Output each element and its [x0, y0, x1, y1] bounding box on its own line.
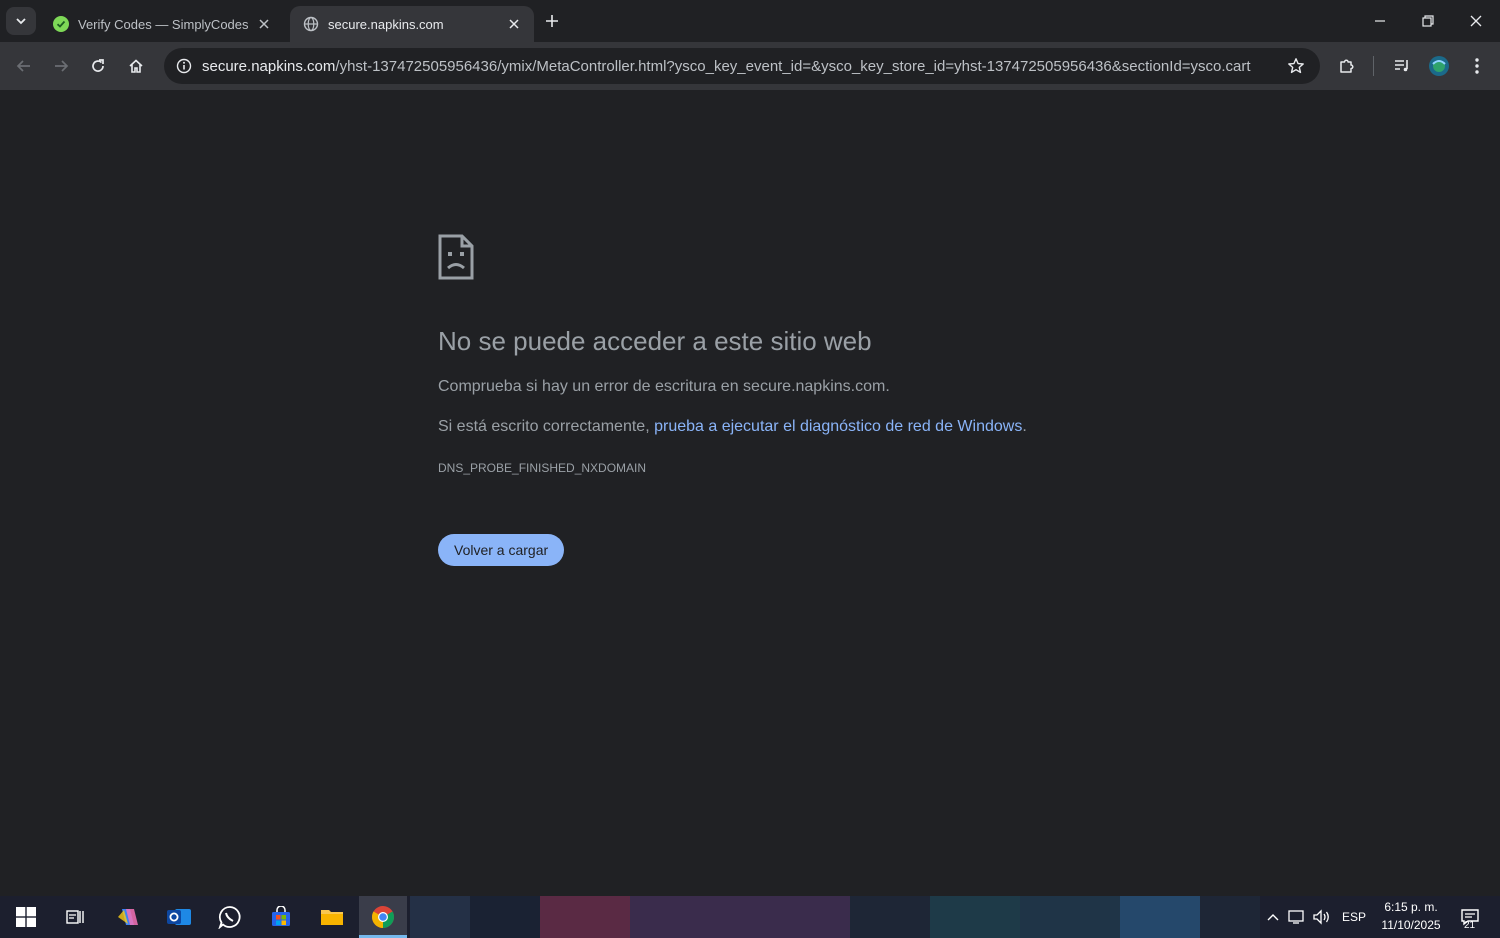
- chevron-up-icon: [1267, 914, 1279, 921]
- plus-icon: [546, 15, 558, 27]
- diagnostics-prefix: Si está escrito correctamente,: [438, 418, 655, 435]
- taskbar-clock[interactable]: 6:15 p. m. 11/10/2025: [1378, 898, 1444, 934]
- windows-logo-icon: [16, 907, 36, 927]
- error-code: DNS_PROBE_FINISHED_NXDOMAIN: [438, 461, 647, 475]
- url-path: /yhst-137472505956436/ymix/MetaControlle…: [335, 57, 1251, 75]
- chrome-button[interactable]: [359, 896, 407, 938]
- copilot-icon: [118, 909, 138, 925]
- tab-search-button[interactable]: [6, 7, 36, 35]
- show-hidden-icons-button[interactable]: [1262, 896, 1284, 938]
- browser-menu-button[interactable]: [1463, 52, 1491, 80]
- url-text: secure.napkins.com/yhst-137472505956436/…: [202, 58, 1251, 75]
- minimize-icon: [1375, 20, 1385, 22]
- url-host: secure.napkins.com: [202, 57, 336, 75]
- blurred-region: [630, 896, 850, 938]
- blurred-region: [410, 896, 470, 938]
- blurred-region: [1200, 896, 1260, 938]
- page-content: No se puede acceder a este sitio web Com…: [0, 90, 1500, 896]
- avatar-icon: [1429, 56, 1449, 76]
- chevron-down-icon: [16, 18, 26, 25]
- windows-taskbar: ESP 6:15 p. m. 11/10/2025 21: [0, 896, 1500, 938]
- clock-time: 6:15 p. m.: [1384, 900, 1438, 914]
- browser-toolbar: secure.napkins.com/yhst-137472505956436/…: [0, 42, 1500, 90]
- tab-title: secure.napkins.com: [328, 16, 444, 32]
- blurred-region: [930, 896, 1020, 938]
- whatsapp-icon: [218, 906, 241, 929]
- toolbar-separator: [1373, 56, 1374, 76]
- task-view-icon: [66, 910, 84, 924]
- bookmark-star-icon[interactable]: [1286, 56, 1306, 76]
- clock-date: 11/10/2025: [1381, 918, 1441, 932]
- home-button[interactable]: [122, 52, 150, 80]
- site-info-icon[interactable]: [166, 48, 202, 84]
- microsoft-store-button[interactable]: [257, 896, 305, 938]
- network-icon: [1288, 910, 1304, 924]
- screen: Verify Codes — SimplyCodes secure.napkin…: [0, 0, 1500, 938]
- network-diagnostics-link[interactable]: prueba a ejecutar el diagnóstico de red …: [654, 418, 1022, 435]
- restore-icon: [1422, 15, 1434, 27]
- store-icon: [272, 906, 290, 926]
- notification-count-badge: 21: [1464, 920, 1476, 931]
- folder-icon: [321, 910, 343, 925]
- forward-button[interactable]: [47, 52, 75, 80]
- globe-icon: [302, 15, 320, 33]
- input-language-indicator[interactable]: ESP: [1338, 896, 1370, 938]
- simplycodes-favicon-icon: [52, 15, 70, 33]
- music-queue-icon: [1395, 60, 1408, 72]
- address-bar[interactable]: secure.napkins.com/yhst-137472505956436/…: [164, 48, 1320, 84]
- start-button[interactable]: [2, 896, 50, 938]
- arrow-left-icon: [16, 60, 30, 72]
- blurred-region: [850, 896, 930, 938]
- notification-center-button[interactable]: [1452, 896, 1488, 938]
- sad-page-icon: [438, 234, 474, 280]
- error-suggestion-typo: Comprueba si hay un error de escritura e…: [438, 378, 890, 395]
- outlook-button[interactable]: [155, 896, 203, 938]
- blurred-region: [470, 896, 540, 938]
- close-tab-icon[interactable]: [504, 14, 524, 34]
- more-vertical-icon: [1475, 58, 1479, 74]
- error-title: No se puede acceder a este sitio web: [438, 326, 872, 356]
- tab-strip: Verify Codes — SimplyCodes secure.napkin…: [0, 0, 1500, 42]
- minimize-button[interactable]: [1356, 0, 1404, 42]
- outlook-icon: [167, 909, 191, 925]
- puzzle-icon: [1340, 59, 1354, 73]
- chrome-icon: [372, 906, 394, 928]
- copilot-button[interactable]: [104, 896, 152, 938]
- extensions-button[interactable]: [1333, 52, 1361, 80]
- network-tray-button[interactable]: [1286, 896, 1308, 938]
- restore-button[interactable]: [1404, 0, 1452, 42]
- file-explorer-button[interactable]: [308, 896, 356, 938]
- close-tab-icon[interactable]: [254, 14, 274, 34]
- blurred-region: [1020, 896, 1120, 938]
- reload-page-button[interactable]: Volver a cargar: [438, 534, 565, 566]
- arrow-right-icon: [55, 60, 69, 72]
- diagnostics-suffix: .: [1022, 418, 1027, 435]
- volume-tray-button[interactable]: [1310, 896, 1334, 938]
- whatsapp-button[interactable]: [206, 896, 254, 938]
- profile-avatar[interactable]: [1425, 52, 1453, 80]
- speaker-icon: [1313, 909, 1329, 925]
- close-window-button[interactable]: [1452, 0, 1500, 42]
- media-controls-button[interactable]: [1388, 52, 1416, 80]
- reload-icon: [92, 59, 104, 72]
- reload-button[interactable]: [84, 52, 112, 80]
- home-icon: [129, 59, 143, 73]
- tab-title: Verify Codes — SimplyCodes: [78, 16, 249, 32]
- tab-simplycodes[interactable]: Verify Codes — SimplyCodes: [40, 6, 284, 42]
- new-tab-button[interactable]: [540, 9, 564, 33]
- back-button[interactable]: [10, 52, 38, 80]
- task-view-button[interactable]: [51, 896, 99, 938]
- blurred-region: [540, 896, 630, 938]
- tab-napkins[interactable]: secure.napkins.com: [290, 6, 534, 42]
- error-suggestion-diagnostics: Si está escrito correctamente, prueba a …: [438, 418, 1027, 436]
- close-icon: [1470, 15, 1482, 27]
- blurred-region: [1120, 896, 1200, 938]
